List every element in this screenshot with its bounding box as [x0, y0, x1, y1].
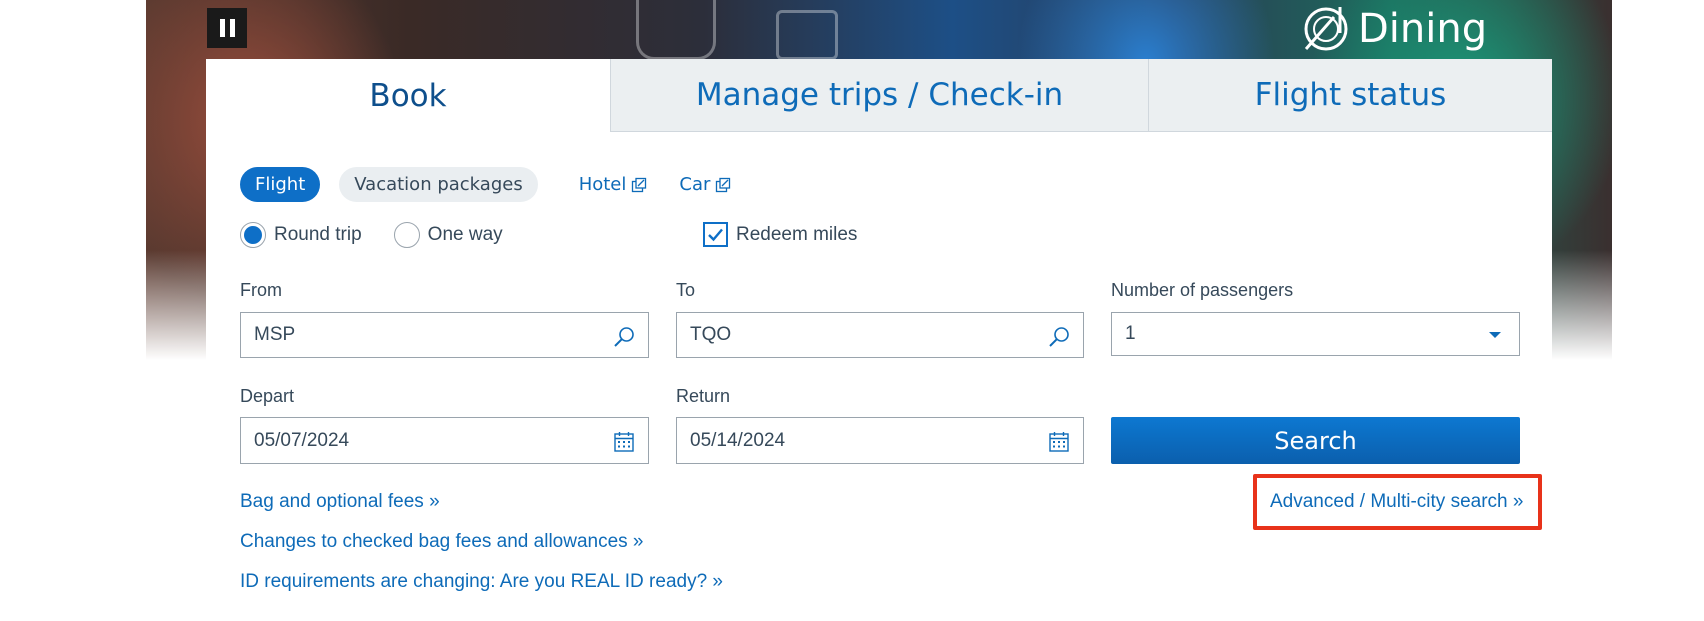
real-id-link[interactable]: ID requirements are changing: Are you RE… [240, 571, 723, 593]
to-value: TQO [690, 324, 732, 345]
pause-button[interactable] [207, 8, 247, 48]
advanced-search-link[interactable]: Advanced / Multi-city search » [1270, 491, 1523, 513]
calendar-icon[interactable] [1047, 430, 1071, 454]
dining-label: Dining [1358, 6, 1488, 52]
to-label: To [676, 280, 696, 300]
one-way-label: One way [427, 224, 503, 245]
bag-fees-link[interactable]: Bag and optional fees » [240, 491, 440, 513]
trip-type-group: Round trip One way [240, 222, 503, 248]
external-link-icon [716, 177, 731, 192]
radio-unselected-icon [393, 222, 420, 248]
external-link-icon [632, 177, 647, 192]
dining-logo: Dining [1300, 0, 1487, 58]
one-way-radio[interactable]: One way [393, 222, 503, 248]
tab-bar: Book Manage trips / Check-in Flight stat… [206, 59, 1552, 132]
booking-widget: Book Manage trips / Check-in Flight stat… [206, 59, 1552, 621]
round-trip-label: Round trip [274, 224, 362, 245]
tab-manage-trips[interactable]: Manage trips / Check-in [610, 59, 1148, 132]
to-input[interactable]: TQO [676, 312, 1084, 358]
redeem-miles-label: Redeem miles [736, 223, 858, 245]
search-icon[interactable] [1047, 325, 1071, 349]
plate-fork-icon [1304, 7, 1348, 51]
booking-type-selector: Flight Vacation packages Hotel Car [240, 167, 731, 202]
depart-value: 05/07/2024 [254, 429, 350, 451]
redeem-miles-checkbox[interactable]: Redeem miles [703, 222, 857, 247]
passengers-label: Number of passengers [1111, 280, 1294, 300]
pause-icon [229, 19, 235, 37]
car-link[interactable]: Car [679, 174, 731, 195]
calendar-icon[interactable] [612, 430, 636, 454]
flight-pill[interactable]: Flight [240, 167, 321, 202]
radio-selected-icon [240, 222, 266, 248]
passengers-select[interactable]: 1 [1111, 312, 1520, 356]
round-trip-radio[interactable]: Round trip [240, 222, 362, 248]
checked-bag-changes-link[interactable]: Changes to checked bag fees and allowanc… [240, 531, 644, 553]
glass-decor [636, 0, 716, 60]
from-input[interactable]: MSP [240, 312, 649, 358]
hotel-label: Hotel [578, 174, 627, 195]
pause-icon [219, 19, 225, 37]
depart-label: Depart [240, 386, 295, 406]
vacation-packages-pill[interactable]: Vacation packages [339, 167, 538, 202]
tab-flight-status[interactable]: Flight status [1148, 59, 1552, 132]
search-button[interactable]: Search [1111, 417, 1520, 464]
hotel-link[interactable]: Hotel [579, 174, 648, 195]
from-label: From [240, 280, 282, 300]
return-date-input[interactable]: 05/14/2024 [676, 417, 1084, 464]
chevron-down-icon [1489, 332, 1501, 338]
return-label: Return [676, 386, 731, 406]
glass-decor [776, 10, 838, 60]
depart-date-input[interactable]: 05/07/2024 [240, 417, 649, 464]
tab-book[interactable]: Book [206, 59, 610, 132]
passengers-value: 1 [1125, 323, 1136, 344]
search-icon[interactable] [612, 325, 636, 349]
return-value: 05/14/2024 [690, 429, 786, 451]
car-label: Car [679, 174, 711, 195]
checkmark-icon [703, 222, 728, 247]
from-value: MSP [254, 324, 296, 345]
